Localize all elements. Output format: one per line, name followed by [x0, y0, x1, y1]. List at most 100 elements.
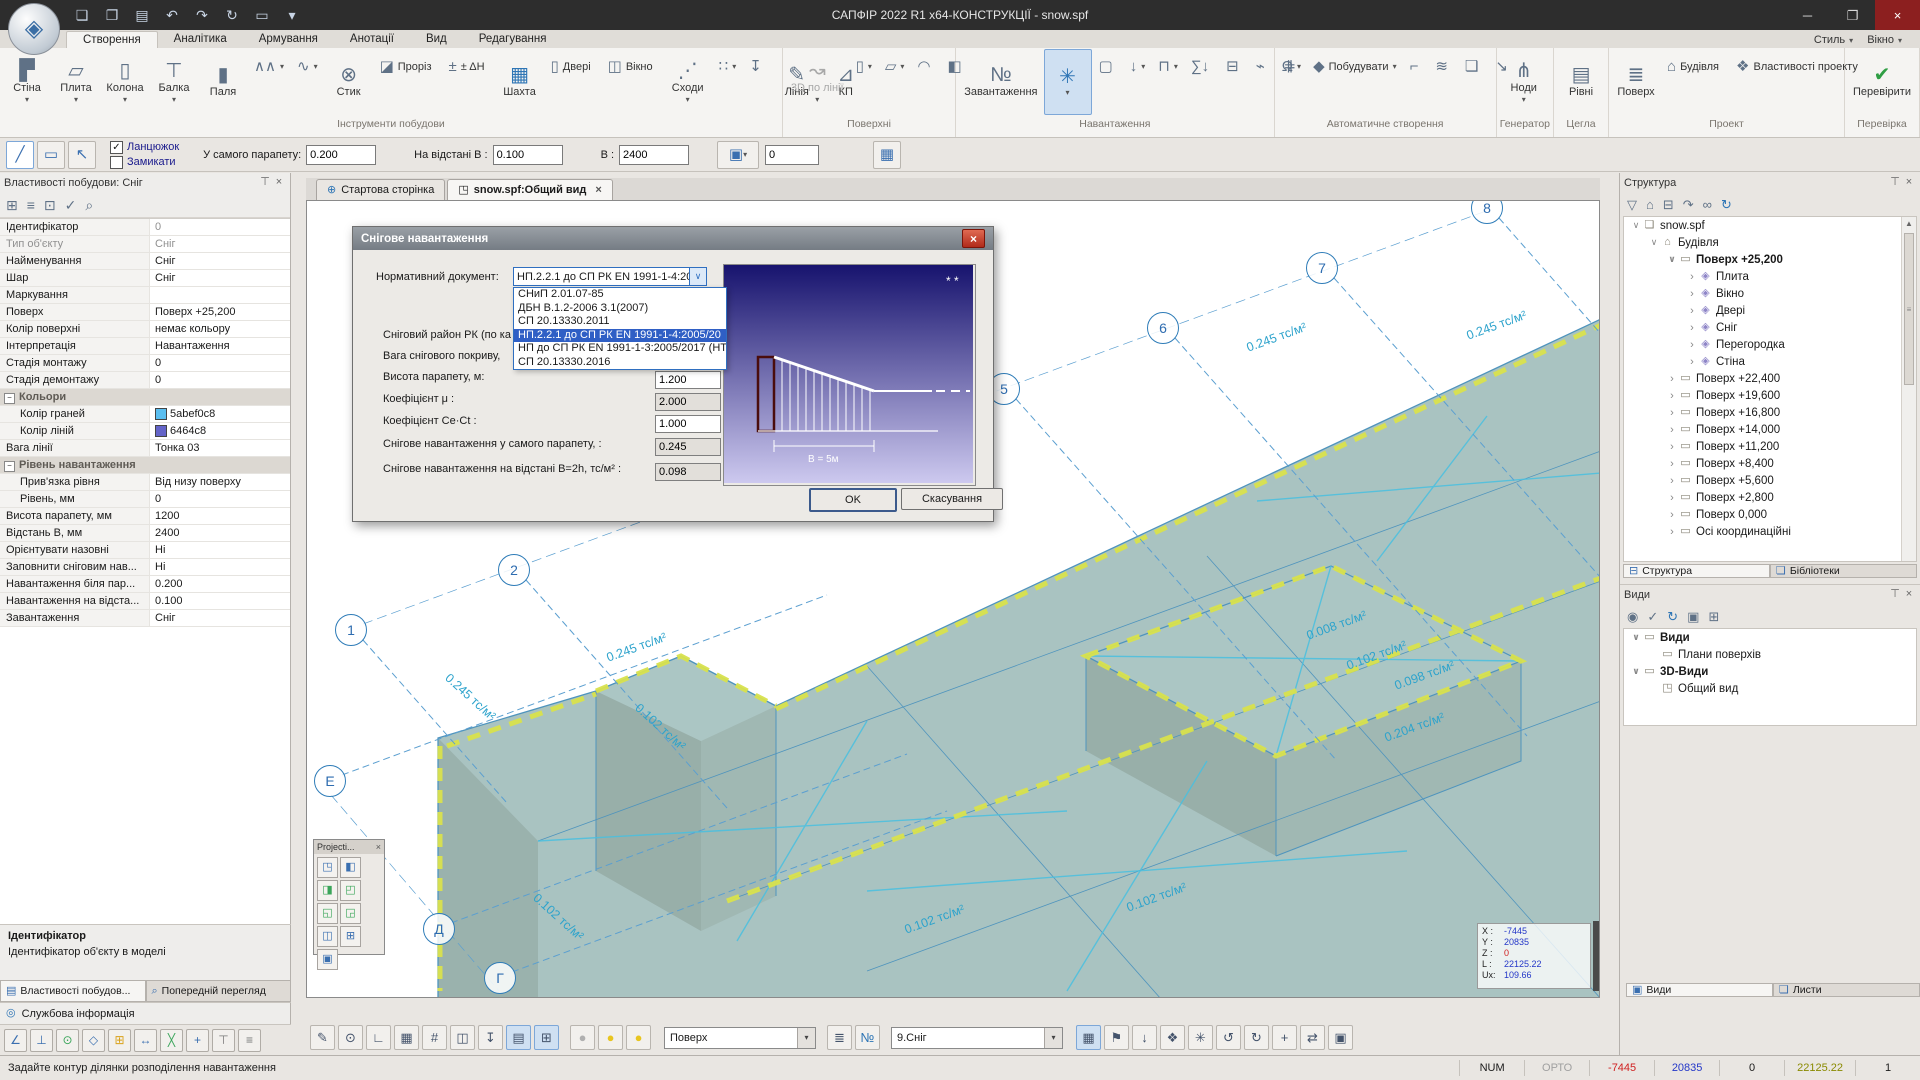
property-row[interactable]: Колір поверхні немає кольору [0, 321, 290, 338]
tree-item[interactable]: ▭ 3D-Види [1624, 663, 1916, 680]
views-toolbar-button[interactable]: ↻ [1667, 610, 1678, 623]
properties-toolbar-button[interactable]: ⊡ [44, 198, 56, 212]
dropdown-item[interactable]: НП.2.2.1 до СП РК EN 1991-1-4:2005/20 [514, 329, 726, 343]
property-row[interactable]: Стадія монтажу 0 [0, 355, 290, 372]
tree-expander-icon[interactable] [1686, 339, 1698, 351]
pin-icon[interactable]: ⊤ [1888, 177, 1902, 188]
box-select-dropdown[interactable]: ▣▾ [717, 141, 759, 169]
snap-mode-button[interactable]: + [186, 1029, 209, 1052]
ribbon-button[interactable]: ⊤ Балка ▾ [150, 49, 198, 115]
panel-tab[interactable]: ▣Види [1626, 983, 1773, 997]
floor-combobox[interactable]: Поверх▾ [664, 1027, 816, 1049]
view-tool-button[interactable]: ▦ [1076, 1025, 1101, 1050]
views-toolbar-button[interactable]: ⊞ [1708, 610, 1719, 623]
snap-mode-button[interactable]: ↔ [134, 1029, 157, 1052]
qat-button[interactable]: ❐ [102, 5, 122, 25]
tree-expander-icon[interactable] [1630, 666, 1642, 677]
properties-toolbar-button[interactable]: ⊞ [6, 198, 18, 212]
drawing-tool-button[interactable]: ∟ [366, 1025, 391, 1050]
tree-item[interactable]: ◈ Перегородка [1624, 336, 1916, 353]
dialog-numeric-field[interactable] [655, 415, 721, 433]
qat-button[interactable]: ▤ [132, 5, 152, 25]
drawing-tool-button[interactable]: ◫ [450, 1025, 475, 1050]
numeric-field[interactable] [493, 145, 563, 165]
view-tool-button[interactable]: ❖ [1160, 1025, 1185, 1050]
property-row[interactable]: Тип об'єкту Сніг [0, 236, 290, 253]
ribbon-button[interactable]: ✳ ▾ [1044, 49, 1092, 115]
ribbon-button[interactable]: ⋔ Ноди ▾ [1500, 49, 1548, 115]
tree-expander-icon[interactable] [1666, 373, 1678, 385]
dialog-numeric-field[interactable] [655, 393, 721, 411]
snap-mode-button[interactable]: ⊤ [212, 1029, 235, 1052]
panel-tab[interactable]: ⊟Структура [1623, 564, 1770, 578]
tree-expander-icon[interactable] [1686, 356, 1698, 368]
property-row[interactable]: Навантаження на відста... 0.100 [0, 593, 290, 610]
views-toolbar-button[interactable]: ▣ [1687, 610, 1699, 623]
property-row[interactable]: Вага лінії Тонка 03 [0, 440, 290, 457]
property-row[interactable]: Найменування Сніг [0, 253, 290, 270]
qat-button[interactable]: ▾ [282, 5, 302, 25]
drawing-tool-button[interactable]: ▦ [394, 1025, 419, 1050]
panel-tab[interactable]: ▤Властивості побудов... [0, 980, 146, 1002]
property-row[interactable]: Заповнити сніговим нав... Ні [0, 559, 290, 576]
ribbon-button[interactable]: ∿ ▾ [291, 49, 324, 84]
tree-expander-icon[interactable] [1666, 424, 1678, 436]
projection-button[interactable]: ▣ [317, 949, 338, 970]
property-row[interactable]: Орієнтувати назовні Ні [0, 542, 290, 559]
tree-item[interactable]: ▭ Поверх 0,000 [1624, 506, 1916, 523]
property-row[interactable]: Колір ліній 6464c8 [0, 423, 290, 440]
numeric-field[interactable] [619, 145, 689, 165]
tree-expander-icon[interactable] [1666, 407, 1678, 419]
qat-button[interactable]: ↷ [192, 5, 212, 25]
properties-toolbar-button[interactable]: ✓ [65, 198, 77, 212]
ribbon-button[interactable]: ◫ Вікно [602, 49, 663, 84]
ribbon-tab[interactable]: Редагування [463, 31, 563, 48]
document-tab[interactable]: ⊕ Стартова сторінка × [316, 179, 445, 200]
tree-item[interactable]: ▭ Осі координаційні [1624, 523, 1916, 540]
property-row[interactable]: Маркування [0, 287, 290, 304]
structure-toolbar-button[interactable]: ↷ [1683, 198, 1694, 211]
views-toolbar-button[interactable]: ✓ [1647, 610, 1658, 623]
tree-expander-icon[interactable] [1666, 492, 1678, 504]
pin-icon[interactable]: ⊤ [1888, 589, 1902, 600]
projection-button[interactable]: ◫ [317, 926, 338, 947]
ribbon-button[interactable]: ≣ Поверх [1612, 49, 1660, 115]
tree-expander-icon[interactable] [1648, 237, 1660, 248]
projection-button[interactable]: ◳ [317, 857, 338, 878]
view-tool-button[interactable]: ⇄ [1300, 1025, 1325, 1050]
ribbon-button[interactable]: ± ± ΔН [443, 49, 495, 84]
layer-lamp-button[interactable]: ● [626, 1025, 651, 1050]
snap-mode-button[interactable]: ≡ [238, 1029, 261, 1052]
ribbon-button[interactable]: ▛ Стіна ▾ [3, 49, 51, 115]
property-row[interactable]: Рівень, мм 0 [0, 491, 290, 508]
display-toggle-button[interactable]: ≣ [827, 1025, 852, 1050]
tree-item[interactable]: ▭ Поверх +11,200 [1624, 438, 1916, 455]
property-row[interactable]: Стадія демонтажу 0 [0, 372, 290, 389]
load-case-combobox[interactable]: 9.Сніг▾ [891, 1027, 1063, 1049]
menu-item[interactable]: Вікно▾ [1867, 34, 1902, 46]
drawing-tool-button[interactable]: ↧ [478, 1025, 503, 1050]
tree-item[interactable]: ▭ Поверх +25,200 [1624, 251, 1916, 268]
view-tool-button[interactable]: ↺ [1216, 1025, 1241, 1050]
layer-lamp-button[interactable]: ● [598, 1025, 623, 1050]
property-row[interactable]: Завантаження Сніг [0, 610, 290, 627]
tree-item[interactable]: ▭ Поверх +8,400 [1624, 455, 1916, 472]
ribbon-tab[interactable]: Анотації [334, 31, 410, 48]
ribbon-tab[interactable]: Створення [66, 31, 158, 48]
draw-mode-button[interactable]: ╱ [6, 141, 34, 169]
panel-tab[interactable]: ❏Бібліотеки [1770, 564, 1917, 578]
snap-mode-button[interactable]: ⊙ [56, 1029, 79, 1052]
tree-item[interactable]: ◈ Двері [1624, 302, 1916, 319]
close-icon[interactable]: × [1902, 589, 1916, 600]
ribbon-button[interactable]: № Завантаження [959, 49, 1042, 115]
ribbon-tab[interactable]: Вид [410, 31, 463, 48]
ribbon-tab[interactable]: Армування [243, 31, 334, 48]
ribbon-button[interactable]: ↓ ▾ [1124, 49, 1152, 84]
projection-button[interactable]: ◲ [340, 903, 361, 924]
ribbon-button[interactable]: ▯ Колона ▾ [101, 49, 149, 115]
properties-toolbar-button[interactable]: ⌕ [85, 198, 93, 212]
dialog-numeric-field[interactable] [655, 438, 721, 456]
ribbon-button[interactable]: ▱ Плита ▾ [52, 49, 100, 115]
tree-expander-icon[interactable] [1630, 632, 1642, 643]
window-button[interactable]: ❐ [1830, 0, 1875, 30]
